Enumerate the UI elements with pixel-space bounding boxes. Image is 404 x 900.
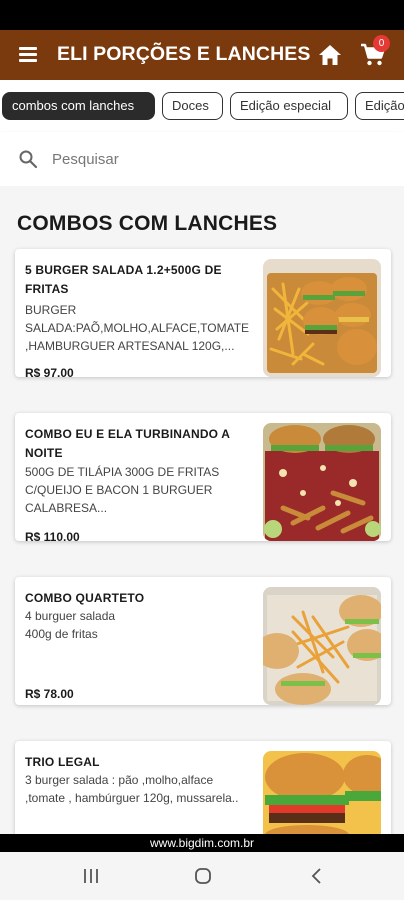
product-price: R$ 97.00 [25,366,74,377]
product-image-combo-tilapia [263,423,381,541]
system-nav-bar [0,852,404,900]
product-description: 3 burger salada : pão ,molho,alface ,tom… [25,773,239,805]
category-tab-edicao[interactable]: Edição [355,92,404,120]
category-tab-edicao-especial[interactable]: Edição especial [230,92,348,120]
category-tab-doces[interactable]: Doces [162,92,223,120]
app-screen: ELI PORÇÕES E LANCHES 0 combos com lanch… [0,0,404,900]
product-price: R$ 78.00 [25,687,74,701]
back-icon[interactable] [306,866,328,886]
product-name: 5 BURGER SALADA 1.2+500G DE FRITAS [25,263,222,296]
product-description: 4 burguer salada 400g de fritas [25,609,116,641]
app-bar: ELI PORÇÕES E LANCHES [0,30,404,80]
product-description: BURGER SALADA:PAÕ,MOLHO,ALFACE,TOMATE ,H… [25,303,250,353]
product-image-burgers-fries [263,259,381,377]
product-image-trio-legal [263,751,381,834]
app-title: ELI PORÇÕES E LANCHES [57,43,311,65]
category-tabs: combos com lanches Doces Edição especial… [0,80,404,132]
menu-icon[interactable] [19,47,39,63]
cart-count-badge: 0 [373,35,390,52]
product-list: COMBOS COM LANCHES 5 BURGER SALADA 1.2+5… [0,186,404,834]
recent-apps-icon[interactable] [80,866,102,886]
product-price: R$ 110.00 [25,530,80,541]
product-card[interactable]: TRIO LEGAL 3 burger salada : pão ,molho,… [15,741,391,834]
product-description: 500G DE TILÁPIA 300G DE FRITAS C/QUEIJO … [25,465,220,515]
product-image-combo-quarteto [263,587,381,705]
search-icon [19,150,38,169]
product-name: COMBO EU E ELA TURBINANDO A NOITE [25,427,230,460]
section-title: COMBOS COM LANCHES [17,212,278,235]
search-bar [0,132,404,186]
product-name: TRIO LEGAL [25,755,100,769]
search-input[interactable] [52,146,372,172]
footer-url[interactable]: www.bigdim.com.br [0,834,404,852]
category-tab-combos-com-lanches[interactable]: combos com lanches [2,92,155,120]
product-name: COMBO QUARTETO [25,591,145,605]
product-card[interactable]: COMBO QUARTETO 4 burguer salada 400g de … [15,577,391,705]
product-card[interactable]: COMBO EU E ELA TURBINANDO A NOITE 500G D… [15,413,391,541]
home-icon[interactable] [318,44,342,66]
nav-home-icon[interactable] [192,866,214,886]
status-bar [0,0,404,30]
product-card[interactable]: 5 BURGER SALADA 1.2+500G DE FRITAS BURGE… [15,249,391,377]
